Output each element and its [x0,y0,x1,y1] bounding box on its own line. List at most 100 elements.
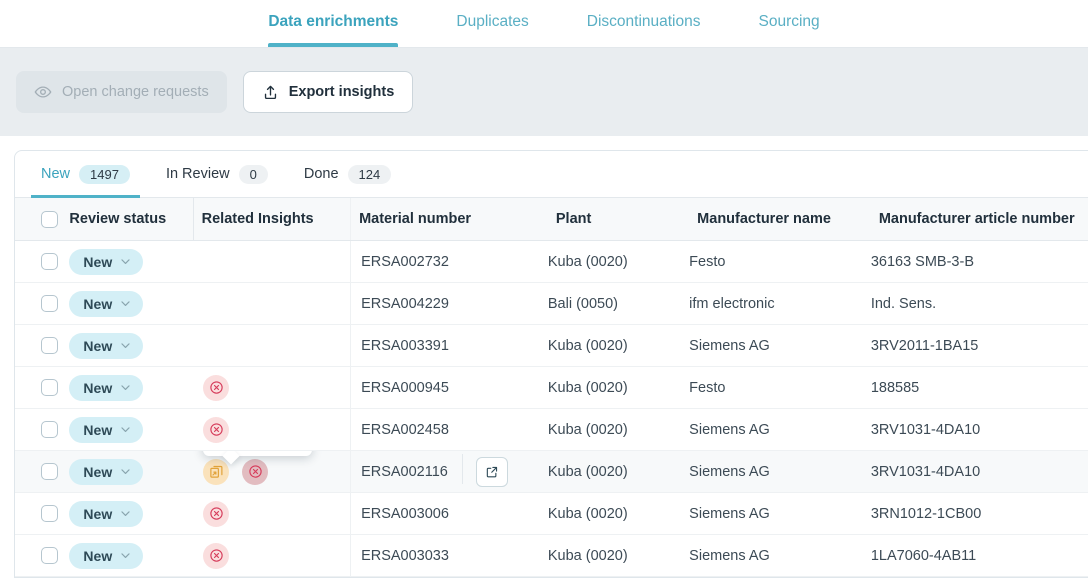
action-toolbar: Open change requests Export insights [0,48,1088,136]
plant-value: Kuba (0020) [547,421,628,438]
manufacturer-article-number-value: 3RN1012-1CB00 [870,505,982,522]
status-tab-new[interactable]: New 1497 [23,151,148,198]
review-status-cell: New [61,492,194,535]
table-row[interactable]: New ERSA002732 Kuba (0020) Festo 36163 SMB-3… [15,240,1088,283]
related-insights-group [193,542,349,569]
material-number-value: ERSA004229 [361,295,449,312]
review-status-dropdown[interactable]: New [69,332,144,359]
review-status-dropdown[interactable]: New [69,374,144,401]
manufacturer-name-value: Festo [689,253,726,270]
material-number-cell: ERSA004229 [350,282,548,325]
status-tab-bar: New 1497 In Review 0 Done 124 [15,151,1088,198]
discontinued-insight-icon[interactable] [203,416,230,443]
row-select-checkbox[interactable] [41,337,58,354]
row-select-cell [15,282,62,325]
row-select-checkbox[interactable] [41,253,58,270]
primary-tab-sourcing[interactable]: Sourcing [730,0,849,47]
chevron-down-icon [119,423,132,436]
discontinued-insight-icon[interactable] [203,500,230,527]
row-select-checkbox[interactable] [41,463,58,480]
plant-cell: Kuba (0020) [547,408,690,451]
status-tab-in-review[interactable]: In Review 0 [148,151,286,197]
open-change-requests-label: Open change requests [62,84,209,100]
review-status-dropdown[interactable]: New [69,458,144,485]
review-status-dropdown[interactable]: New [69,416,144,443]
related-insights-group: Discontinued [193,450,349,485]
review-status-dropdown[interactable]: New [69,248,144,275]
table-row[interactable]: New ERSA004229 Bali (0050) ifm electronic In… [15,282,1088,325]
review-status-label: New [83,337,113,354]
column-header-manufacturer-name: Manufacturer name [689,198,871,241]
row-select-checkbox[interactable] [41,379,58,396]
column-header-material-number: Material number [350,198,548,241]
related-insights-cell [193,282,352,325]
manufacturer-article-number-value: 3RV2011-1BA15 [870,337,979,354]
status-tab-done[interactable]: Done 124 [286,151,409,197]
eye-icon [34,83,52,101]
column-header-review-status: Review status [61,198,194,241]
primary-tab-data-enrichments[interactable]: Data enrichments [239,0,427,47]
open-detail-button[interactable] [461,453,508,487]
row-select-checkbox[interactable] [41,295,58,312]
table-row[interactable]: New ERSA002458 Kuba (0020) Siemens AG 3RV103… [15,408,1088,451]
table-row[interactable]: New Discontinued ERSA002116 Kuba (0020) Siem… [15,450,1088,493]
review-status-dropdown[interactable]: New [69,290,144,317]
manufacturer-article-number-cell: 1LA7060-4AB11 [870,534,1088,577]
chevron-down-icon [119,297,132,310]
manufacturer-name-value: Siemens AG [689,421,770,438]
table-header-row: Review status Related Insights Material … [15,198,1088,241]
discontinued-insight-icon[interactable] [203,542,230,569]
table-row[interactable]: New ERSA003033 Kuba (0020) Siemens AG 1LA706… [15,534,1088,577]
table-row[interactable]: New ERSA003006 Kuba (0020) Siemens AG 3RN101… [15,492,1088,535]
review-status-label: New [83,253,113,270]
review-status-cell: New [61,324,194,367]
row-select-checkbox[interactable] [41,421,58,438]
chevron-down-icon [119,255,132,268]
primary-tab-duplicates[interactable]: Duplicates [427,0,557,47]
review-status-label: New [83,379,113,396]
primary-tab-discontinuations[interactable]: Discontinuations [558,0,730,47]
plant-cell: Kuba (0020) [547,240,690,283]
material-number-cell: ERSA002732 [350,240,548,283]
material-number-cell: ERSA002458 [350,408,548,451]
export-insights-button[interactable]: Export insights [242,71,414,113]
insight-tooltip: Discontinued [203,450,313,456]
table-row[interactable]: New ERSA000945 Kuba (0020) Festo 188585 [15,366,1088,409]
row-select-checkbox[interactable] [41,505,58,522]
material-number-cell: ERSA003033 [350,534,548,577]
select-all-checkbox[interactable] [41,210,58,228]
review-status-dropdown[interactable]: New [69,542,144,569]
primary-tab-label: Duplicates [456,13,529,30]
plant-value: Kuba (0020) [547,505,628,522]
duplicate-insight-icon[interactable] [203,458,230,485]
row-select-cell [15,240,62,283]
material-number-value: ERSA002116 [361,463,448,480]
status-tab-label: Done [303,166,339,182]
related-insights-cell [193,408,352,451]
plant-value: Kuba (0020) [547,463,628,480]
primary-tab-bar: Data enrichments Duplicates Discontinuatio… [0,0,1088,48]
export-insights-label: Export insights [288,84,395,100]
manufacturer-article-number-value: 188585 [870,379,920,396]
status-tab-count: 1497 [79,164,130,184]
discontinued-insight-icon[interactable] [203,374,230,401]
primary-tab-label: Discontinuations [586,13,701,30]
material-number-cell: ERSA003391 [350,324,548,367]
chevron-down-icon [119,507,132,520]
manufacturer-name-cell: Festo [689,366,871,409]
manufacturer-name-cell: Siemens AG [689,450,871,493]
manufacturer-name-cell: Festo [689,240,871,283]
discontinued-insight-icon[interactable] [242,458,269,485]
insights-card: New 1497 In Review 0 Done 124 Review status R… [14,150,1088,578]
manufacturer-article-number-cell: 3RN1012-1CB00 [870,492,1088,535]
open-change-requests-button[interactable]: Open change requests [16,71,227,113]
plant-value: Kuba (0020) [547,547,628,564]
row-select-checkbox[interactable] [41,547,58,564]
related-insights-cell: Discontinued [193,450,352,493]
plant-cell: Bali (0050) [547,282,690,325]
related-insights-cell [193,492,352,535]
review-status-dropdown[interactable]: New [69,500,144,527]
review-status-label: New [83,505,113,522]
manufacturer-name-value: Siemens AG [689,337,770,354]
table-row[interactable]: New ERSA003391 Kuba (0020) Siemens AG 3RV201… [15,324,1088,367]
